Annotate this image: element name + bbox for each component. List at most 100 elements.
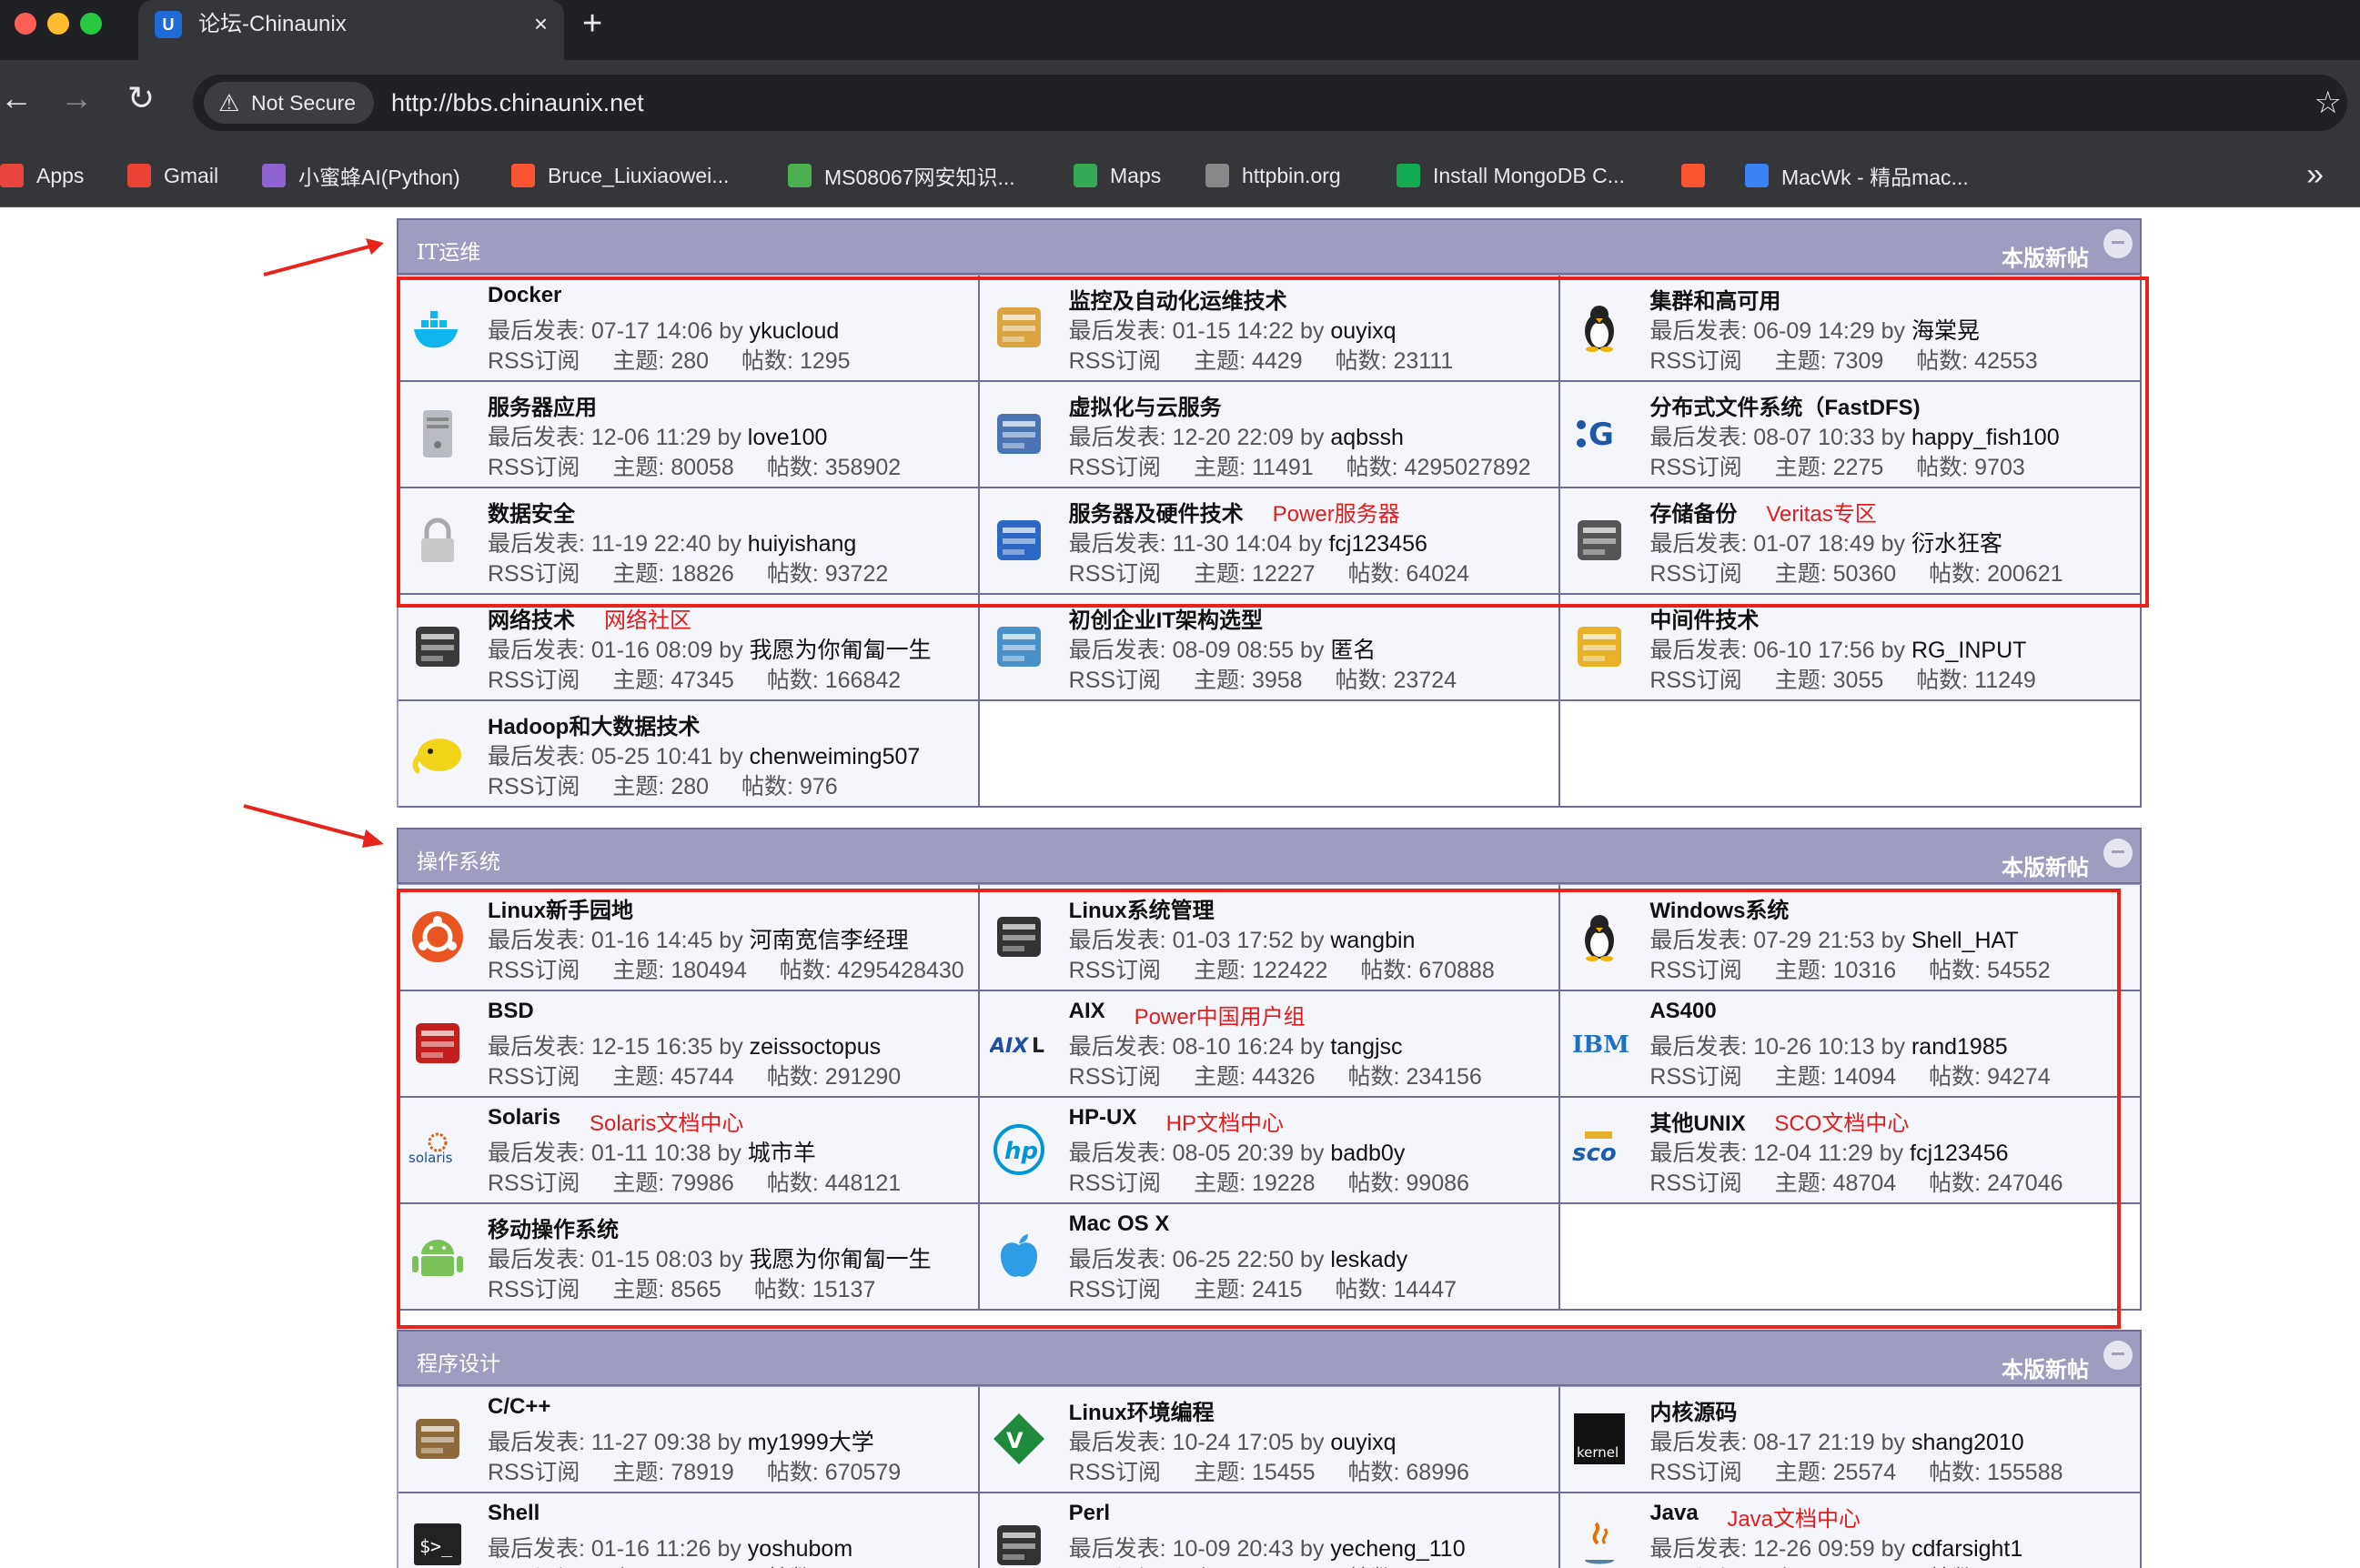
rss-subscribe-link[interactable]: RSS订阅 <box>1069 1064 1161 1090</box>
last-post-user-link[interactable]: zeissoctopus <box>750 1034 882 1060</box>
bookmark-star-icon[interactable]: ☆ <box>2315 80 2342 126</box>
forum-name-link[interactable]: 内核源码 <box>1649 1394 1737 1426</box>
last-post-time-link[interactable]: 12-26 09:59 <box>1753 1536 1874 1562</box>
rss-subscribe-link[interactable]: RSS订阅 <box>488 1277 580 1302</box>
last-post-user-link[interactable]: fcj123456 <box>1328 531 1427 557</box>
section-title[interactable]: 操作系统 <box>417 844 500 875</box>
rss-subscribe-link[interactable]: RSS订阅 <box>488 561 580 587</box>
last-post-user-link[interactable]: shang2010 <box>1911 1430 2024 1455</box>
last-post-time-link[interactable]: 08-10 16:24 <box>1173 1034 1294 1060</box>
last-post-time-link[interactable]: 11-19 22:40 <box>591 531 711 557</box>
forum-name-link[interactable]: 集群和高可用 <box>1649 283 1780 315</box>
rss-subscribe-link[interactable]: RSS订阅 <box>1069 561 1161 587</box>
rss-subscribe-link[interactable]: RSS订阅 <box>1069 668 1161 693</box>
last-post-time-link[interactable]: 10-24 17:05 <box>1173 1430 1294 1455</box>
forum-subforum-link[interactable]: HP文档中心 <box>1166 1105 1284 1137</box>
forum-name-link[interactable]: 存储备份 <box>1649 496 1737 528</box>
last-post-time-link[interactable]: 01-15 14:22 <box>1173 318 1294 344</box>
last-post-user-link[interactable]: love100 <box>748 425 828 450</box>
rss-subscribe-link[interactable]: RSS订阅 <box>1069 1171 1161 1196</box>
last-post-time-link[interactable]: 01-16 11:26 <box>591 1536 711 1562</box>
section-collapse-icon[interactable]: − <box>2103 839 2133 868</box>
last-post-user-link[interactable]: rand1985 <box>1911 1034 2008 1060</box>
forum-name-link[interactable]: 监控及自动化运维技术 <box>1069 283 1287 315</box>
window-minimize-button[interactable] <box>47 13 69 35</box>
reload-button[interactable]: ↻ <box>127 80 155 116</box>
bookmark-item[interactable]: Apps <box>0 160 84 191</box>
forum-name-link[interactable]: 虚拟化与云服务 <box>1069 389 1222 421</box>
new-tab-button[interactable]: + <box>582 5 602 42</box>
last-post-user-link[interactable]: yoshubom <box>748 1536 852 1562</box>
bookmark-item[interactable]: Bruce_Liuxiaowei... <box>511 160 729 191</box>
rss-subscribe-link[interactable]: RSS订阅 <box>1069 348 1161 374</box>
last-post-user-link[interactable]: ouyixq <box>1330 318 1396 344</box>
last-post-time-link[interactable]: 07-29 21:53 <box>1753 928 1874 953</box>
last-post-time-link[interactable]: 01-15 08:03 <box>591 1247 712 1272</box>
forum-name-link[interactable]: AIX <box>1069 999 1105 1024</box>
forum-subforum-link[interactable]: Veritas专区 <box>1766 496 1876 528</box>
back-button[interactable]: ← <box>0 80 33 116</box>
forum-name-link[interactable]: 中间件技术 <box>1649 602 1759 634</box>
rss-subscribe-link[interactable]: RSS订阅 <box>1649 1064 1741 1090</box>
forum-name-link[interactable]: Perl <box>1069 1501 1110 1526</box>
last-post-user-link[interactable]: fcj123456 <box>1910 1141 2008 1166</box>
last-post-time-link[interactable]: 07-17 14:06 <box>591 318 712 344</box>
forum-subforum-link[interactable]: Java文档中心 <box>1727 1501 1861 1533</box>
last-post-user-link[interactable]: happy_fish100 <box>1911 425 2060 450</box>
section-title[interactable]: 程序设计 <box>417 1346 500 1377</box>
last-post-user-link[interactable]: 海棠晃 <box>1911 318 1980 344</box>
last-post-user-link[interactable]: aqbssh <box>1330 425 1404 450</box>
tab-close-icon[interactable]: × <box>534 9 548 38</box>
last-post-user-link[interactable]: ouyixq <box>1330 1430 1396 1455</box>
section-title[interactable]: IT运维 <box>417 235 480 266</box>
last-post-time-link[interactable]: 08-07 10:33 <box>1753 425 1874 450</box>
forum-subforum-link[interactable]: 网络社区 <box>604 602 691 634</box>
last-post-user-link[interactable]: wangbin <box>1330 928 1415 953</box>
forum-subforum-link[interactable]: Power中国用户组 <box>1135 999 1306 1030</box>
bookmark-item[interactable] <box>1681 160 1718 191</box>
section-new-posts-link[interactable]: 本版新帖 <box>2002 240 2089 272</box>
last-post-time-link[interactable]: 11-27 09:38 <box>591 1430 711 1455</box>
forward-button[interactable]: → <box>60 80 93 116</box>
last-post-time-link[interactable]: 12-04 11:29 <box>1753 1141 1873 1166</box>
last-post-user-link[interactable]: my1999大学 <box>748 1430 874 1455</box>
last-post-time-link[interactable]: 01-11 10:38 <box>591 1141 711 1166</box>
forum-name-link[interactable]: 移动操作系统 <box>488 1211 619 1243</box>
rss-subscribe-link[interactable]: RSS订阅 <box>1069 455 1161 480</box>
rss-subscribe-link[interactable]: RSS订阅 <box>1649 668 1741 693</box>
window-close-button[interactable] <box>15 13 36 35</box>
forum-name-link[interactable]: 其他UNIX <box>1649 1105 1745 1137</box>
address-bar[interactable]: ⚠ Not Secure http://bbs.chinaunix.net ☆ <box>193 75 2347 131</box>
bookmark-item[interactable]: httpbin.org <box>1205 160 1341 191</box>
forum-name-link[interactable]: 服务器及硬件技术 <box>1069 496 1244 528</box>
rss-subscribe-link[interactable]: RSS订阅 <box>1649 455 1741 480</box>
last-post-user-link[interactable]: 城市羊 <box>748 1141 816 1166</box>
forum-name-link[interactable]: BSD <box>488 999 534 1024</box>
rss-subscribe-link[interactable]: RSS订阅 <box>1069 1460 1161 1485</box>
last-post-time-link[interactable]: 01-16 08:09 <box>591 638 712 663</box>
last-post-user-link[interactable]: tangjsc <box>1330 1034 1402 1060</box>
rss-subscribe-link[interactable]: RSS订阅 <box>488 348 580 374</box>
last-post-user-link[interactable]: leskady <box>1330 1247 1407 1272</box>
forum-name-link[interactable]: 初创企业IT架构选型 <box>1069 602 1263 634</box>
section-collapse-icon[interactable]: − <box>2103 1341 2133 1370</box>
last-post-time-link[interactable]: 01-03 17:52 <box>1173 928 1294 953</box>
last-post-time-link[interactable]: 12-20 22:09 <box>1173 425 1294 450</box>
last-post-time-link[interactable]: 12-06 11:29 <box>591 425 711 450</box>
rss-subscribe-link[interactable]: RSS订阅 <box>1069 958 1161 983</box>
last-post-time-link[interactable]: 06-10 17:56 <box>1753 638 1874 663</box>
forum-name-link[interactable]: Linux新手园地 <box>488 892 633 924</box>
last-post-time-link[interactable]: 10-09 20:43 <box>1173 1536 1294 1562</box>
section-collapse-icon[interactable]: − <box>2103 229 2133 258</box>
forum-name-link[interactable]: 网络技术 <box>488 602 575 634</box>
url-text[interactable]: http://bbs.chinaunix.net <box>391 75 644 131</box>
last-post-time-link[interactable]: 06-09 14:29 <box>1753 318 1874 344</box>
last-post-user-link[interactable]: RG_INPUT <box>1911 638 2026 663</box>
forum-name-link[interactable]: 服务器应用 <box>488 389 597 421</box>
section-new-posts-link[interactable]: 本版新帖 <box>2002 1352 2089 1383</box>
last-post-user-link[interactable]: 我愿为你匍匐一生 <box>750 1247 932 1272</box>
rss-subscribe-link[interactable]: RSS订阅 <box>488 668 580 693</box>
section-new-posts-link[interactable]: 本版新帖 <box>2002 849 2089 881</box>
bookmark-item[interactable]: Install MongoDB C... <box>1397 160 1625 191</box>
forum-name-link[interactable]: 分布式文件系统（FastDFS) <box>1649 389 1920 421</box>
